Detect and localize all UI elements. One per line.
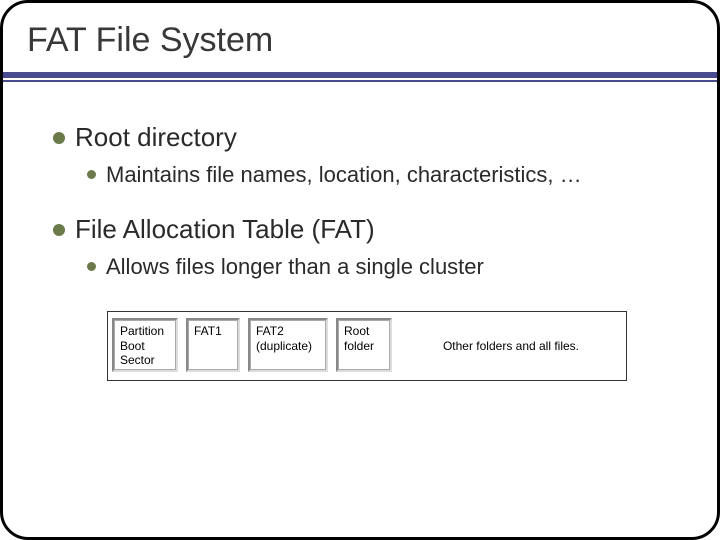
box-label: Root folder xyxy=(344,324,374,353)
bullet-dot-icon xyxy=(87,262,96,271)
bullet-dot-icon xyxy=(53,224,65,236)
subbullet-maintains: Maintains file names, location, characte… xyxy=(87,161,667,190)
box-label: FAT1 xyxy=(194,324,222,338)
box-label: Partition Boot Sector xyxy=(120,324,164,367)
box-other-folders: Other folders and all files. xyxy=(396,312,626,380)
slide-title: FAT File System xyxy=(27,21,693,60)
box-fat1: FAT1 xyxy=(186,318,240,372)
box-fat2: FAT2 (duplicate) xyxy=(248,318,328,372)
bullet-dot-icon xyxy=(87,170,96,179)
subbullet-text: Allows files longer than a single cluste… xyxy=(106,253,484,282)
fat-layout-diagram: Partition Boot Sector FAT1 FAT2 (duplica… xyxy=(107,311,627,381)
bullet-text: Root directory xyxy=(75,122,237,153)
subbullet-allows: Allows files longer than a single cluste… xyxy=(87,253,667,282)
title-rule-thick xyxy=(3,72,717,78)
box-label: FAT2 (duplicate) xyxy=(256,324,312,353)
box-partition-boot-sector: Partition Boot Sector xyxy=(112,318,178,372)
slide-frame: FAT File System Root directory Maintains… xyxy=(0,0,720,540)
subbullet-text: Maintains file names, location, characte… xyxy=(106,161,582,190)
bullet-dot-icon xyxy=(53,132,65,144)
title-area: FAT File System xyxy=(3,3,717,68)
box-root-folder: Root folder xyxy=(336,318,392,372)
bullet-text: File Allocation Table (FAT) xyxy=(75,214,375,245)
box-label: Other folders and all files. xyxy=(443,339,579,353)
bullet-fat: File Allocation Table (FAT) xyxy=(53,214,667,245)
content-area: Root directory Maintains file names, loc… xyxy=(3,82,717,381)
bullet-root-directory: Root directory xyxy=(53,122,667,153)
